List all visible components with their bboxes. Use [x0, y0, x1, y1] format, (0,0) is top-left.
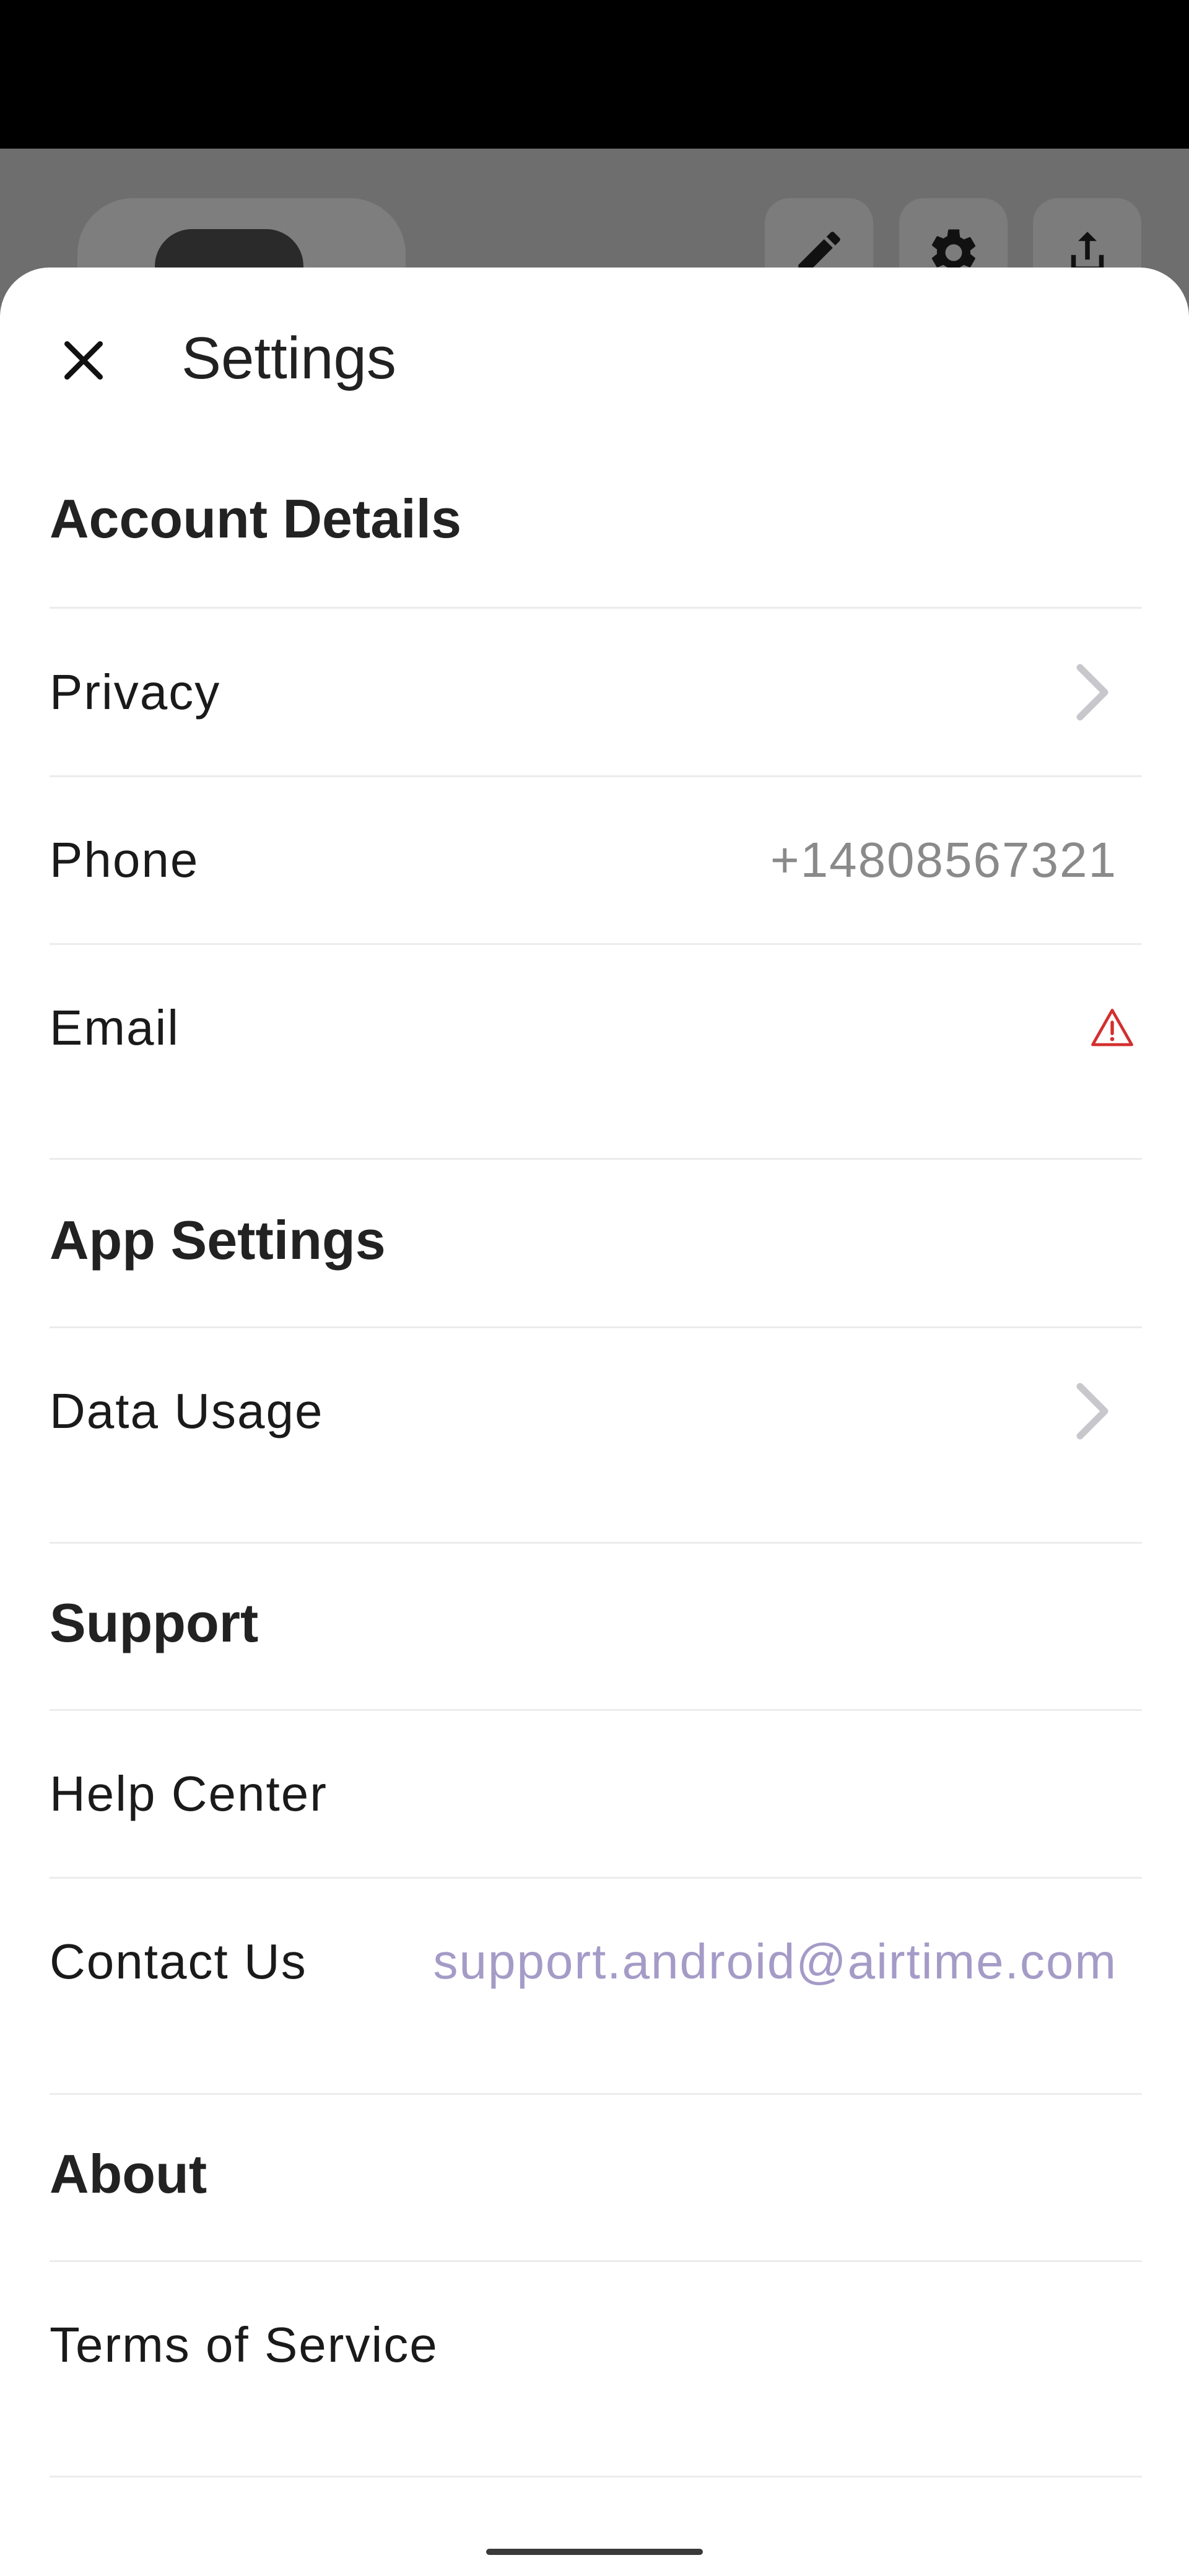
close-icon: [64, 341, 103, 380]
status-bar: [0, 0, 1189, 149]
divider: [50, 1542, 1142, 1544]
help-center-label: Help Center: [50, 1766, 328, 1821]
phone-label: Phone: [50, 832, 199, 887]
page-title: Settings: [181, 325, 396, 391]
chevron-right-icon: [1068, 1374, 1117, 1448]
terms-of-service-row[interactable]: Terms of Service: [50, 2262, 1142, 2428]
section-title-app-settings: App Settings: [50, 1209, 386, 1271]
home-indicator[interactable]: [486, 2549, 703, 2555]
chevron-right-icon: [1068, 655, 1117, 729]
email-row[interactable]: Email: [50, 945, 1142, 1111]
section-title-support: Support: [50, 1592, 259, 1653]
help-center-row[interactable]: Help Center: [50, 1711, 1142, 1877]
close-button[interactable]: [37, 314, 130, 407]
terms-of-service-label: Terms of Service: [50, 2317, 438, 2372]
privacy-label: Privacy: [50, 664, 221, 720]
contact-us-row[interactable]: Contact Us support.android@airtime.com: [50, 1879, 1142, 2045]
settings-sheet: Settings Account Details Privacy Phone +…: [0, 268, 1189, 2576]
phone-row[interactable]: Phone +14808567321: [50, 777, 1142, 943]
divider: [50, 2476, 1142, 2478]
divider: [50, 1158, 1142, 1160]
divider: [50, 607, 1142, 609]
warning-icon: [1087, 1003, 1137, 1053]
section-title-account-details: Account Details: [50, 488, 462, 549]
privacy-row[interactable]: Privacy: [50, 609, 1142, 775]
data-usage-row[interactable]: Data Usage: [50, 1328, 1142, 1494]
section-title-about: About: [50, 2143, 207, 2204]
sheet-header: Settings: [0, 268, 1189, 441]
email-label: Email: [50, 1000, 180, 1055]
support-email-link[interactable]: support.android@airtime.com: [433, 1933, 1142, 1990]
data-usage-label: Data Usage: [50, 1383, 324, 1438]
contact-us-label: Contact Us: [50, 1934, 307, 1989]
divider: [50, 2093, 1142, 2095]
phone-value: +14808567321: [770, 832, 1117, 887]
